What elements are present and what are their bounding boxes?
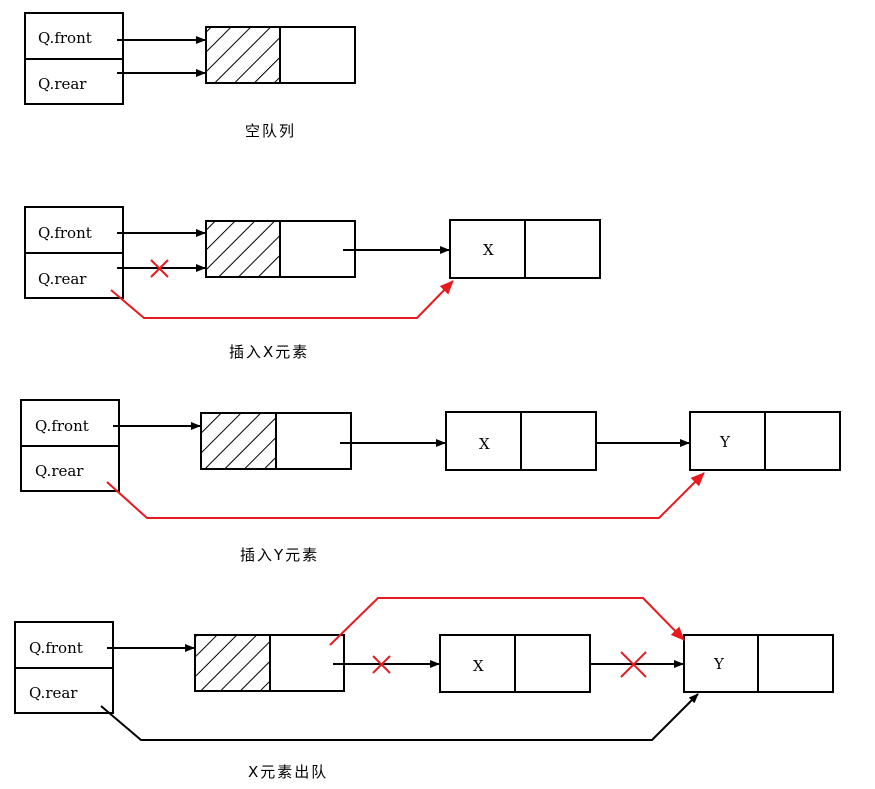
panel-dequeue-x: Q.front Q.rear X Y X元素出队 [14,597,834,781]
head-node [194,634,345,692]
front-label: Q.front [35,417,89,435]
panel-insert-x: Q.front Q.rear X 插入X元素 [24,206,601,361]
rear-label: Q.rear [29,684,78,702]
caption: 插入Y元素 [240,546,319,564]
panel-insert-y: Q.front Q.rear X Y 插入Y元素 [20,399,841,564]
front-label: Q.front [29,639,83,657]
node-value: Y [719,433,731,451]
node-y: Y [689,411,841,471]
caption: X元素出队 [248,763,328,781]
rear-label: Q.rear [35,462,84,480]
node-x: X [439,634,591,693]
head-node [200,412,352,470]
new-rear-arrow [110,280,454,319]
node-x: X [449,219,601,279]
queue-diagram: Q.front Q.rear 空队列 Q.front Q.rear X 插入X元… [14,12,841,781]
panel-empty-queue: Q.front Q.rear 空队列 [24,12,356,140]
node-value: X [483,241,494,259]
queue-header: Q.front Q.rear [24,12,124,105]
node-value: Y [713,655,725,673]
rear-label: Q.rear [38,75,87,93]
queue-header: Q.front Q.rear [14,621,114,714]
caption: 插入X元素 [229,343,309,361]
queue-header: Q.front Q.rear [20,399,120,492]
rear-arrow [100,693,699,741]
node-y: Y [683,634,834,693]
rear-label: Q.rear [38,270,87,288]
queue-header: Q.front Q.rear [24,206,124,299]
node-value: X [473,657,484,675]
front-label: Q.front [38,29,92,47]
caption: 空队列 [245,122,296,140]
head-node [205,26,356,84]
front-label: Q.front [38,224,92,242]
head-node [205,220,356,278]
node-x: X [445,411,597,471]
new-rear-arrow [106,472,705,519]
node-value: X [479,435,490,453]
